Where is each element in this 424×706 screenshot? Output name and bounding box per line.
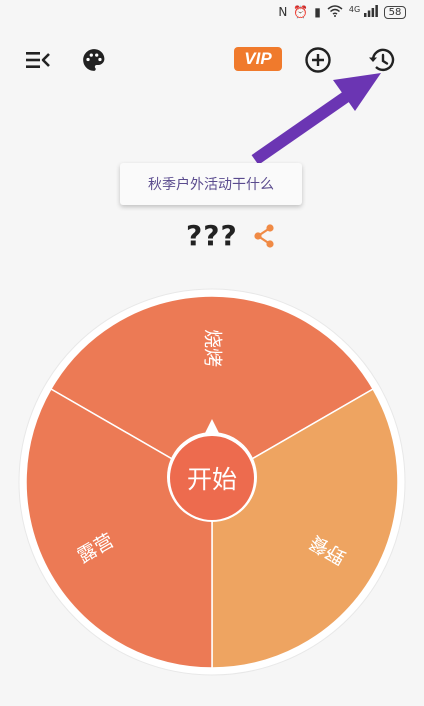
share-button[interactable] <box>252 223 276 249</box>
wheel-title-text: 秋季户外活动干什么 <box>148 177 274 193</box>
wheel-segment-label: 烧烤 <box>202 329 224 367</box>
share-icon <box>254 224 274 248</box>
start-button-label: 开始 <box>186 465 237 494</box>
start-button[interactable]: 开始 <box>170 436 254 520</box>
wheel-title-tooltip[interactable]: 秋季户外活动干什么 <box>120 163 302 205</box>
result-text: ??? <box>186 219 238 252</box>
